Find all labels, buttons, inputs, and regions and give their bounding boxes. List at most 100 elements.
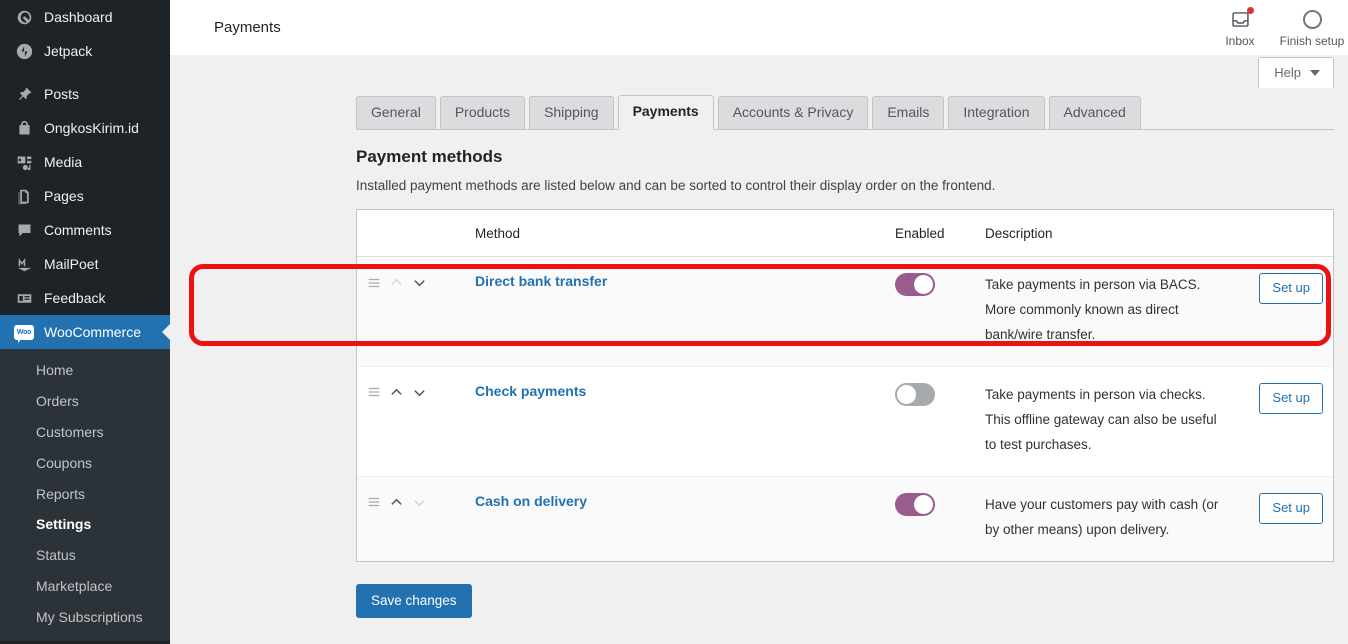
submenu-item-orders[interactable]: Orders [0,386,170,417]
tab-emails[interactable]: Emails [872,96,945,129]
column-header-enabled: Enabled [885,210,975,257]
method-link[interactable]: Check payments [475,383,586,399]
page-title: Payments [214,18,281,36]
sidebar-item-label: Feedback [44,290,106,306]
sidebar-item-label: Media [44,154,83,170]
help-bar: Help [170,55,1348,95]
sidebar-item-jetpack[interactable]: Jetpack [0,34,170,68]
mailpoet-icon [13,254,35,274]
sort-controls-cell [357,366,465,477]
section-title: Payment methods [356,147,503,166]
help-label: Help [1274,65,1301,80]
sidebar-item-mailpoet[interactable]: MailPoet [0,247,170,281]
table-head: Method Enabled Description [357,210,1333,257]
tab-general[interactable]: General [356,96,436,129]
tabs-divider [356,129,1334,130]
tab-payments[interactable]: Payments [617,95,714,130]
sidebar-item-label: Dashboard [44,9,113,25]
sidebar-item-label: Comments [44,222,112,238]
method-link[interactable]: Direct bank transfer [475,273,607,289]
progress-circle-icon [1302,7,1322,31]
tab-advanced[interactable]: Advanced [1048,96,1141,129]
submenu-item-marketplace[interactable]: Marketplace [0,571,170,602]
move-up-icon[interactable] [389,495,404,510]
sidebar-item-woocommerce[interactable]: Woo WooCommerce [0,315,170,349]
help-dropdown-button[interactable]: Help [1258,57,1334,88]
column-header-method: Method [465,210,885,257]
finish-setup-label: Finish setup [1279,34,1345,48]
settings-tabs: General Products Shipping Payments Accou… [170,95,1348,130]
admin-sidebar: Dashboard Jetpack Posts OngkosKirim.id M… [0,0,170,644]
save-changes-button[interactable]: Save changes [356,583,472,618]
submenu-item-coupons[interactable]: Coupons [0,448,170,479]
set-up-button[interactable]: Set up [1259,273,1323,305]
submenu-item-status[interactable]: Status [0,540,170,571]
payment-methods-panel: Method Enabled Description Direct bank t… [356,209,1334,562]
inbox-label: Inbox [1225,34,1255,48]
sidebar-item-dashboard[interactable]: Dashboard [0,0,170,34]
sidebar-item-comments[interactable]: Comments [0,213,170,247]
submenu-item-settings[interactable]: Settings [0,509,170,540]
method-description: Have your customers pay with cash (or by… [985,496,1219,537]
sidebar-separator [0,68,170,77]
move-down-icon[interactable] [412,495,427,510]
move-down-icon[interactable] [412,275,427,290]
method-link[interactable]: Cash on delivery [475,493,587,509]
sidebar-item-feedback[interactable]: Feedback [0,281,170,315]
description-cell: Take payments in person via BACS. More c… [975,256,1233,367]
table-header-row: Method Enabled Description [357,210,1333,257]
bag-icon [13,118,35,138]
move-up-icon[interactable] [389,275,404,290]
table-row: Check payments Take payments in person v… [357,366,1333,477]
enabled-cell [885,476,975,561]
action-cell: Set up [1233,256,1333,367]
tab-integration[interactable]: Integration [948,96,1045,129]
finish-setup-button[interactable]: Finish setup [1276,0,1348,55]
action-cell: Set up [1233,366,1333,477]
media-icon [13,152,35,172]
submenu-item-my-subscriptions[interactable]: My Subscriptions [0,602,170,633]
submenu-item-customers[interactable]: Customers [0,417,170,448]
submenu-item-home[interactable]: Home [0,355,170,386]
move-up-icon[interactable] [389,385,404,400]
sidebar-item-media[interactable]: Media [0,145,170,179]
page-topbar: Payments Inbox Finish setup [170,0,1348,55]
method-name-cell: Direct bank transfer [465,256,885,367]
jetpack-icon [13,41,35,61]
notification-badge [1246,7,1254,14]
drag-handle-icon[interactable] [367,276,381,290]
pages-icon [13,186,35,206]
sidebar-item-label: Pages [44,188,84,204]
inbox-button[interactable]: Inbox [1204,0,1276,55]
enabled-toggle[interactable] [895,382,935,406]
set-up-button[interactable]: Set up [1259,382,1323,415]
sort-controls-cell [357,476,465,561]
enabled-toggle[interactable] [895,273,935,296]
enabled-cell [885,366,975,477]
inbox-icon [1230,7,1254,31]
sidebar-item-label: Jetpack [44,43,93,59]
table-row: Direct bank transfer Take payments in pe… [357,256,1333,367]
sidebar-item-label: MailPoet [44,256,99,272]
feedback-icon [13,288,35,308]
wp-admin-screen: Dashboard Jetpack Posts OngkosKirim.id M… [0,0,1348,644]
sidebar-item-pages[interactable]: Pages [0,179,170,213]
description-cell: Take payments in person via checks. This… [975,366,1233,477]
sidebar-item-posts[interactable]: Posts [0,77,170,111]
move-down-icon[interactable] [412,385,427,400]
drag-handle-icon[interactable] [367,385,381,399]
dashboard-icon [13,7,35,27]
enabled-toggle[interactable] [895,492,935,516]
method-name-cell: Cash on delivery [465,476,885,561]
set-up-button[interactable]: Set up [1259,492,1323,524]
tab-accounts-privacy[interactable]: Accounts & Privacy [717,96,869,129]
tab-products[interactable]: Products [439,96,526,129]
method-name-cell: Check payments [465,366,885,477]
sidebar-item-label: Posts [44,86,80,102]
sidebar-item-ongkoskirim[interactable]: OngkosKirim.id [0,111,170,145]
drag-handle-icon[interactable] [367,495,381,509]
submenu-item-reports[interactable]: Reports [0,479,170,510]
sort-controls-cell [357,256,465,367]
woocommerce-logo-icon: Woo [13,322,35,343]
tab-shipping[interactable]: Shipping [529,96,614,129]
